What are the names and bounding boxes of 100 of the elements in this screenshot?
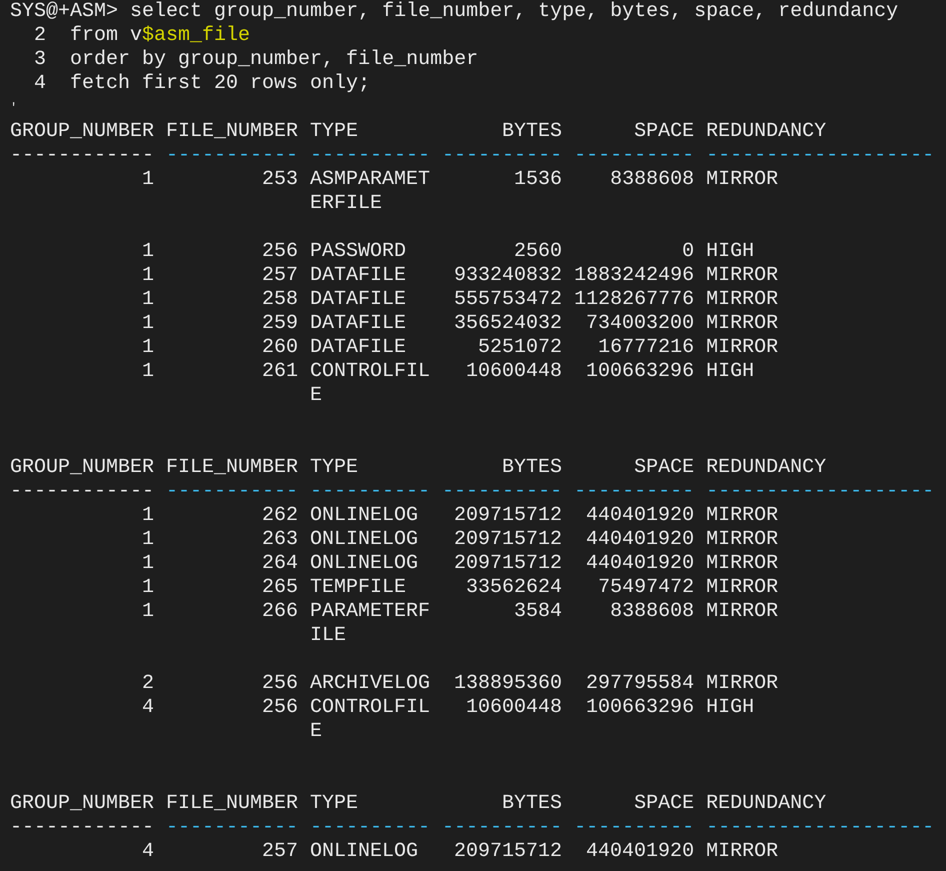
table-cell-text: 209715712 — [453, 504, 562, 528]
column-header: BYTES — [501, 792, 562, 816]
header-underline: ----------- — [166, 816, 298, 840]
table-cell-text: 138895360 — [453, 672, 562, 696]
column-header: REDUNDANCY — [706, 120, 828, 144]
table-cell-text: MIRROR — [706, 552, 780, 576]
column-header: GROUP_NUMBER — [10, 792, 154, 816]
column-header: TYPE — [310, 120, 360, 144]
table-cell-text: 1 — [141, 336, 154, 360]
table-cell-text: 8388608 — [609, 600, 694, 625]
table-cell-text: 261 — [261, 360, 298, 385]
table-cell-text: 933240832 — [453, 264, 562, 288]
header-underline: ----------- — [166, 480, 298, 504]
table-cell-text: DATAFILE — [310, 336, 408, 360]
table-cell-text: 259 — [261, 312, 298, 336]
table-cell-text: ONLINELOG — [310, 528, 420, 552]
table-cell-text: 8388608 — [609, 168, 694, 193]
stray-mark: ' — [10, 100, 18, 117]
table-cell-text: 256 — [261, 672, 298, 696]
table-cell-text: 1 — [141, 528, 154, 552]
table-cell-text: 209715712 — [453, 552, 562, 576]
header-underline: ---------- — [442, 816, 562, 840]
table-cell-text: MIRROR — [706, 312, 780, 336]
column-header: BYTES — [501, 456, 562, 480]
table-cell-text: 1 — [141, 288, 154, 312]
table-cell-text: ONLINELOG — [310, 504, 420, 528]
table-cell-text: 1 — [141, 312, 154, 336]
column-header: GROUP_NUMBER — [10, 456, 154, 480]
table-cell-text: DATAFILE — [310, 264, 408, 288]
header-underline: ---------- — [442, 480, 562, 504]
column-header: FILE_NUMBER — [166, 792, 298, 816]
table-cell-text: ONLINELOG — [310, 552, 420, 576]
column-header: SPACE — [633, 120, 694, 144]
table-cell-text: 209715712 — [453, 528, 562, 552]
header-underline: ------------ — [10, 816, 154, 840]
header-underline: ------------ — [10, 144, 154, 168]
table-cell-text: 100663296 — [585, 696, 694, 721]
table-cell-text: 440401920 — [585, 840, 694, 864]
table-cell: CONTROLFIL E — [310, 360, 430, 408]
table-cell-text: 734003200 — [585, 312, 694, 336]
table-cell-text: 265 — [261, 576, 298, 600]
table-cell-text: 10600448 — [465, 696, 562, 721]
table-cell-text: 258 — [261, 288, 298, 312]
header-underline: ------------ — [10, 480, 154, 504]
table-cell-text: 440401920 — [585, 528, 694, 552]
table-cell-text: 253 — [261, 168, 298, 193]
table-cell-text: 5251072 — [477, 336, 562, 360]
table-cell-text: 1 — [141, 240, 154, 264]
table-cell-text: 16777216 — [597, 336, 694, 360]
header-underline: ---------- — [574, 816, 694, 840]
table-cell-text: 1 — [141, 504, 154, 528]
table-cell-text: TEMPFILE — [310, 576, 408, 600]
table-cell-text: 256 — [261, 240, 298, 264]
table-cell-text: 264 — [261, 552, 298, 576]
table-cell-text: 1 — [141, 576, 154, 600]
table-cell-text: 356524032 — [453, 312, 562, 336]
table-cell-text: DATAFILE — [310, 312, 408, 336]
header-underline: ---------- — [574, 144, 694, 168]
table-cell-text: 4 — [141, 696, 154, 721]
sql-command-line: 4 fetch first 20 rows only; — [33, 72, 372, 96]
column-header: FILE_NUMBER — [166, 456, 298, 480]
column-header: GROUP_NUMBER — [10, 120, 154, 144]
table-cell-text: 297795584 — [585, 672, 694, 696]
table-cell-text: MIRROR — [706, 504, 780, 528]
table-cell: PARAMETERF ILE — [310, 600, 430, 648]
table-cell-text: 1 — [141, 600, 154, 625]
table-cell: 1883242496 — [574, 264, 694, 288]
table-cell-text: 100663296 — [585, 360, 694, 385]
header-underline: ------------------- — [706, 816, 934, 840]
column-header: FILE_NUMBER — [166, 120, 298, 144]
sql-command-line: 2 from v$asm_file — [33, 24, 252, 48]
table-cell-text: 33562624 — [465, 576, 562, 600]
table-cell-text: ONLINELOG — [310, 840, 420, 864]
column-header: TYPE — [310, 792, 360, 816]
column-header: TYPE — [310, 456, 360, 480]
column-header: SPACE — [633, 456, 694, 480]
table-cell-text: MIRROR — [706, 528, 780, 552]
table-cell: 1128267776 — [574, 288, 694, 312]
table-cell-text: 75497472 — [597, 576, 694, 600]
header-underline: ---------- — [310, 144, 430, 168]
table-cell-text: 1 — [141, 360, 154, 385]
table-cell-text: MIRROR — [706, 168, 780, 193]
table-cell: CONTROLFIL E — [310, 696, 430, 744]
table-cell-text: MIRROR — [706, 840, 780, 864]
table-cell-text: 1536 — [513, 168, 562, 193]
table-cell-text: 257 — [261, 840, 298, 864]
header-underline: ---------- — [574, 480, 694, 504]
table-cell-text: 0 — [681, 240, 694, 264]
table-cell-text: HIGH — [706, 240, 756, 264]
table-cell: ARCHIVELOG — [310, 672, 430, 696]
table-cell-text: 10600448 — [465, 360, 562, 385]
table-cell-text: 440401920 — [585, 504, 694, 528]
table-cell-text: DATAFILE — [310, 288, 408, 312]
table-cell-text: 4 — [141, 840, 154, 864]
table-cell-text: 2 — [141, 672, 154, 696]
table-cell-text: MIRROR — [706, 600, 780, 625]
column-header: SPACE — [633, 792, 694, 816]
table-cell-text: PASSWORD — [310, 240, 408, 264]
table-cell-text: 266 — [261, 600, 298, 625]
table-cell-text: 3584 — [513, 600, 562, 625]
